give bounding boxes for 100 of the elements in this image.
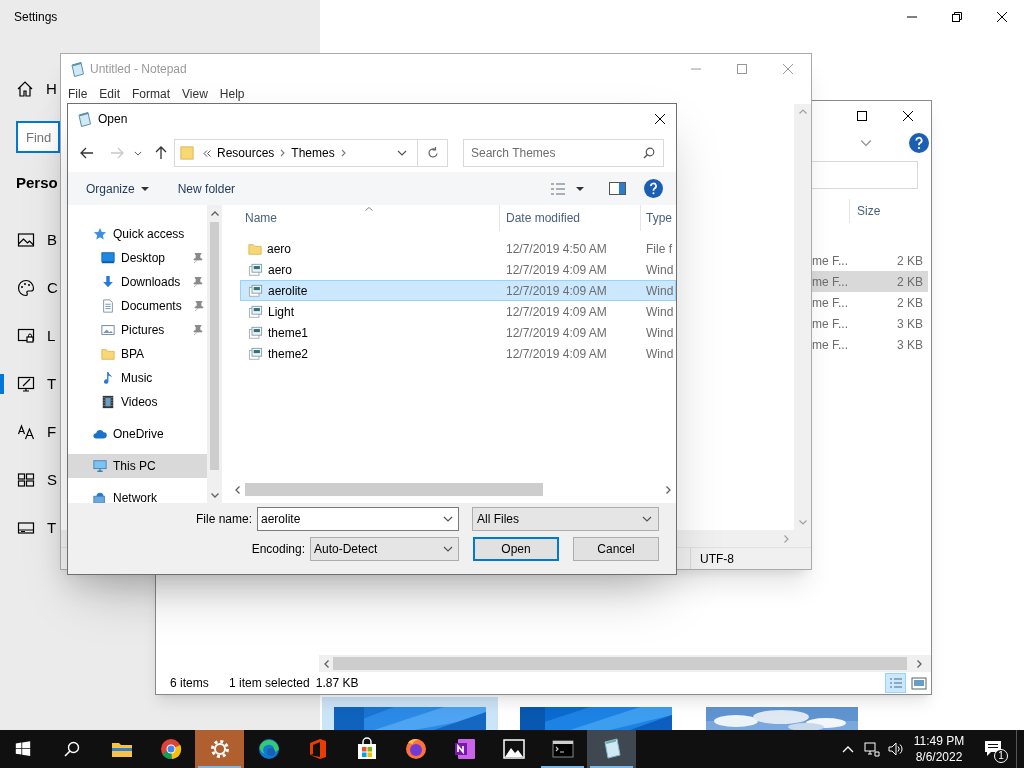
chevron-right-icon[interactable]	[340, 149, 346, 157]
caret-icon[interactable]	[576, 186, 584, 191]
refresh-button[interactable]	[418, 139, 448, 167]
windows-start-icon[interactable]	[15, 741, 31, 757]
nav-item[interactable]: C	[0, 264, 58, 312]
close-icon[interactable]	[903, 111, 913, 121]
column-header[interactable]: Size	[850, 202, 881, 220]
chevron-down-icon[interactable]	[134, 150, 142, 156]
scroll-left-icon[interactable]	[323, 659, 329, 668]
dialog-button[interactable]: Cancel	[573, 537, 659, 561]
nav-item[interactable]: Music	[68, 366, 207, 390]
nav-item[interactable]: L	[0, 312, 56, 360]
file-row[interactable]: me F... 3 KB	[812, 313, 928, 334]
file-row[interactable]: me F... 2 KB	[812, 250, 928, 271]
breadcrumb-item[interactable]: Resources	[217, 144, 275, 162]
status-text: 6 items	[170, 675, 210, 692]
file-row[interactable]: me F... 2 KB	[812, 271, 928, 292]
nav-item[interactable]: H	[0, 73, 57, 105]
scrollbar-thumb[interactable]	[210, 222, 219, 470]
maximize-icon[interactable]	[857, 111, 867, 121]
file-row[interactable]: theme2 12/7/2019 4:09 AM Wind	[240, 343, 676, 364]
new-folder-button[interactable]: New folder	[177, 179, 236, 198]
nav-item[interactable]: Desktop	[68, 246, 207, 270]
nav-item[interactable]: OneDrive	[68, 422, 207, 446]
column-header[interactable]: Type	[641, 205, 676, 231]
address-bar[interactable]: Resources Themes	[174, 139, 418, 167]
picture-icon	[101, 323, 115, 337]
sort-caret-icon[interactable]	[365, 207, 373, 211]
nav-item[interactable]: BPA	[68, 342, 207, 366]
theme-file-icon	[248, 325, 263, 340]
help-icon[interactable]	[644, 179, 663, 198]
scroll-right-icon[interactable]	[916, 659, 922, 668]
menu-item[interactable]: Edit	[93, 85, 127, 103]
scroll-left-icon[interactable]	[234, 485, 240, 494]
nav-item[interactable]: T	[0, 504, 57, 552]
column-header[interactable]: Name	[229, 205, 500, 231]
close-icon[interactable]	[655, 114, 665, 124]
nav-item[interactable]: This PC	[68, 454, 207, 478]
theme-tile[interactable]	[322, 697, 498, 730]
menu-item[interactable]: View	[176, 85, 214, 103]
taskbar-button[interactable]	[587, 730, 636, 768]
file-row[interactable]: Light 12/7/2019 4:09 AM Wind	[240, 301, 676, 322]
nav-item[interactable]: S	[0, 456, 57, 504]
dialog-button[interactable]: Open	[473, 537, 559, 561]
nav-item[interactable]: F	[0, 408, 57, 456]
file-row[interactable]: aero 12/7/2019 4:50 AM File f	[240, 238, 676, 259]
notebook-icon	[452, 737, 477, 761]
menu-item[interactable]: File	[62, 85, 94, 103]
scroll-down-icon[interactable]	[210, 492, 219, 498]
notepad-icon	[69, 61, 85, 77]
chrome-icon	[158, 737, 183, 761]
volume-icon[interactable]	[888, 742, 904, 756]
file-row[interactable]: me F... 2 KB	[812, 292, 928, 313]
file-name: theme2	[268, 345, 309, 363]
file-name: theme1	[268, 324, 309, 342]
scrollbar-thumb[interactable]	[333, 657, 907, 670]
file-name-combo[interactable]: aerolite	[257, 507, 459, 531]
chevron-up-icon[interactable]	[842, 745, 854, 753]
encoding-dropdown[interactable]: Auto-Detect	[310, 537, 459, 561]
window-title: Untitled - Notepad	[90, 61, 187, 78]
notification-icon[interactable]	[984, 740, 1002, 758]
file-row[interactable]: theme1 12/7/2019 4:09 AM Wind	[240, 322, 676, 343]
column-header[interactable]: Date modified	[500, 205, 641, 231]
organize-button[interactable]: Organize	[86, 179, 149, 198]
chevron-right-icon[interactable]	[280, 149, 286, 157]
help-icon[interactable]	[909, 133, 929, 153]
dialog-title: Open	[98, 111, 128, 128]
nav-item[interactable]: T	[0, 360, 57, 408]
nav-item[interactable]: Network	[68, 486, 207, 503]
restore-icon[interactable]	[951, 11, 962, 22]
swirl-icon	[256, 737, 281, 761]
scrollbar-thumb[interactable]	[245, 483, 543, 496]
nav-item[interactable]: Documents	[68, 294, 207, 318]
breadcrumb-item[interactable]: Themes	[291, 144, 335, 162]
menu-item[interactable]: Help	[213, 85, 251, 103]
close-icon[interactable]	[996, 11, 1007, 22]
search-field[interactable]: Find	[16, 121, 60, 153]
scroll-up-icon[interactable]	[210, 210, 219, 216]
overflow-chevrons-icon[interactable]	[203, 149, 211, 157]
file-row[interactable]: aerolite 12/7/2019 4:09 AM Wind	[240, 280, 676, 301]
clock[interactable]: 11:49 PM 8/6/2022	[908, 730, 970, 768]
chevron-down-icon[interactable]	[397, 150, 407, 156]
nav-item[interactable]: B	[0, 216, 57, 264]
network-icon	[93, 491, 107, 503]
back-arrow-icon[interactable]	[80, 147, 94, 159]
chevron-down-icon[interactable]	[443, 516, 453, 522]
file-row[interactable]: aero 12/7/2019 4:09 AM Wind	[240, 259, 676, 280]
scroll-right-icon[interactable]	[665, 485, 671, 494]
nav-item[interactable]: Downloads	[68, 270, 207, 294]
nav-item[interactable]: Pictures	[68, 318, 207, 342]
search-icon[interactable]	[63, 741, 80, 757]
up-arrow-icon[interactable]	[155, 146, 167, 160]
preview-pane-icon[interactable]	[609, 182, 626, 195]
home-icon	[16, 80, 34, 98]
file-row[interactable]: me F... 3 KB	[812, 334, 928, 355]
nav-item[interactable]: Quick access	[68, 222, 207, 246]
network-icon[interactable]	[864, 741, 880, 757]
file-type-dropdown[interactable]: All Files	[472, 507, 659, 531]
menu-item[interactable]: Format	[126, 85, 177, 103]
nav-item[interactable]: Videos	[68, 390, 207, 414]
